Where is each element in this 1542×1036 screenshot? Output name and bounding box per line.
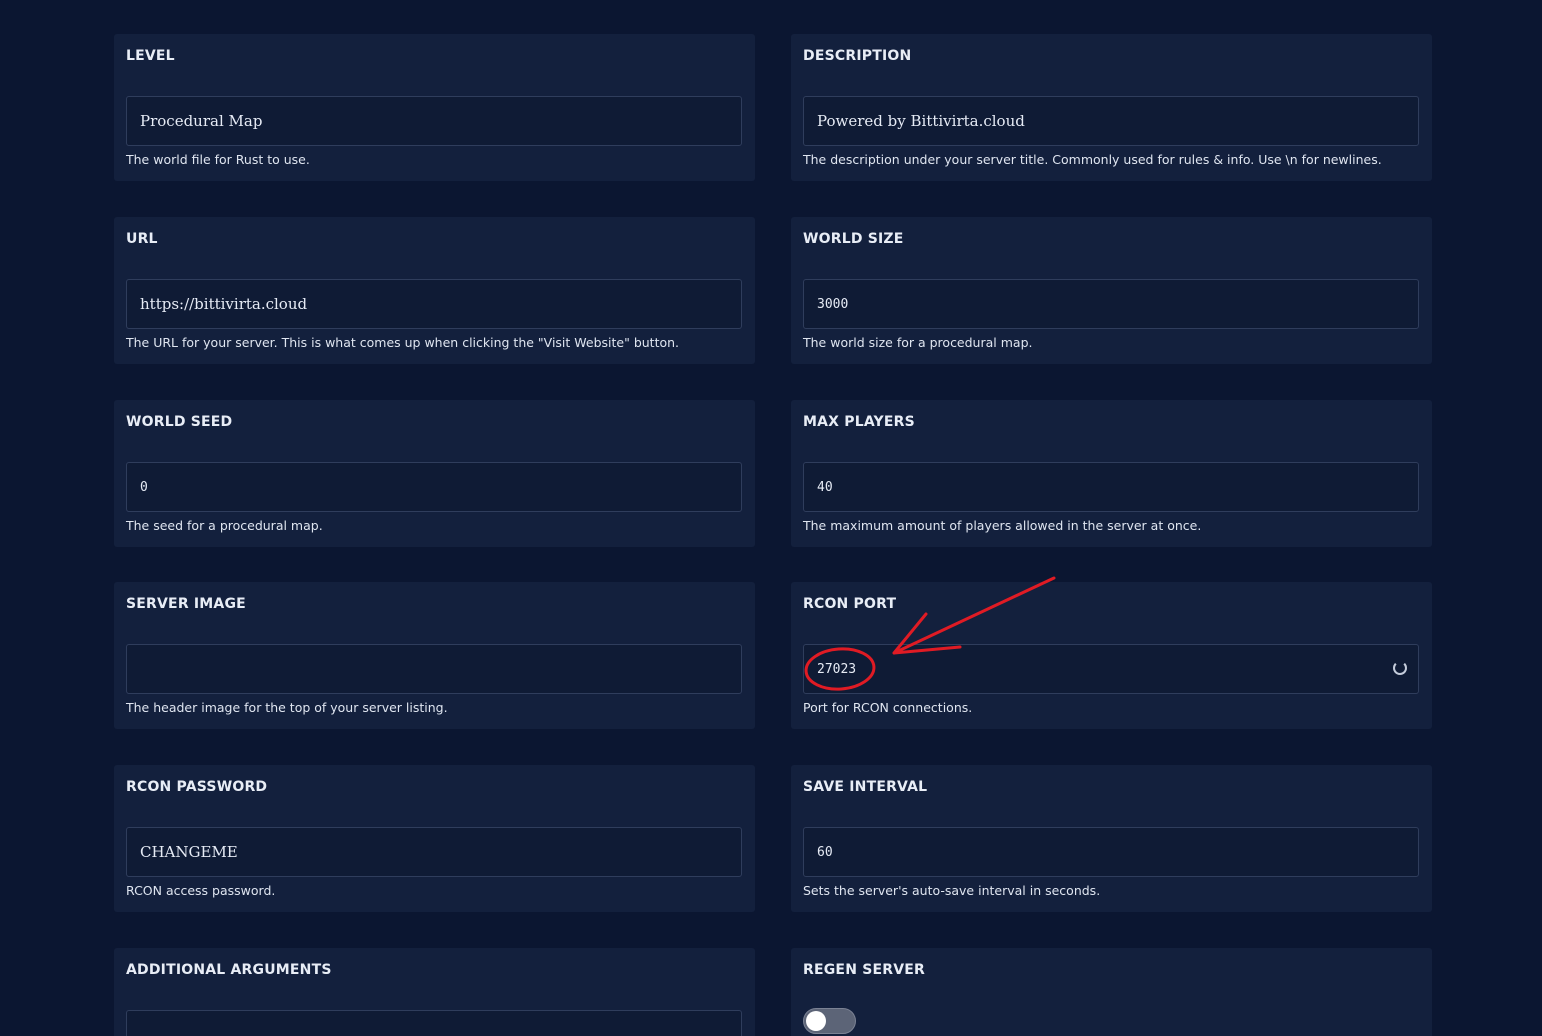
description-input[interactable] [804, 97, 1418, 145]
server-startup-settings: LEVEL The world file for Rust to use. DE… [0, 0, 1542, 1036]
setting-help-text: The world size for a procedural map. [803, 335, 1033, 350]
url-input[interactable] [127, 280, 741, 328]
setting-card-world-size: WORLD SIZE The world size for a procedur… [791, 217, 1432, 364]
setting-title: URL [126, 231, 158, 247]
loading-spinner-icon [1393, 661, 1407, 675]
setting-help-text: The description under your server title.… [803, 152, 1382, 167]
rcon-password-field[interactable] [126, 827, 742, 877]
additional-arguments-field[interactable] [126, 1010, 742, 1036]
server-image-input[interactable] [127, 645, 741, 693]
setting-card-regen-server: REGEN SERVER [791, 948, 1432, 1036]
rcon-password-input[interactable] [127, 828, 741, 876]
setting-card-level: LEVEL The world file for Rust to use. [114, 34, 755, 181]
description-field[interactable] [803, 96, 1419, 146]
setting-card-url: URL The URL for your server. This is wha… [114, 217, 755, 364]
setting-title: LEVEL [126, 48, 175, 64]
setting-card-rcon-port: RCON PORT Port for RCON connections. [791, 582, 1432, 729]
setting-title: WORLD SEED [126, 414, 233, 430]
regen-server-toggle[interactable] [803, 1008, 856, 1034]
setting-title: WORLD SIZE [803, 231, 904, 247]
toggle-knob [806, 1011, 826, 1031]
setting-title: SERVER IMAGE [126, 596, 246, 612]
setting-card-rcon-password: RCON PASSWORD RCON access password. [114, 765, 755, 912]
setting-title: MAX PLAYERS [803, 414, 915, 430]
setting-title: DESCRIPTION [803, 48, 912, 64]
max-players-field[interactable] [803, 462, 1419, 512]
setting-card-additional-arguments: ADDITIONAL ARGUMENTS [114, 948, 755, 1036]
level-field[interactable] [126, 96, 742, 146]
setting-card-max-players: MAX PLAYERS The maximum amount of player… [791, 400, 1432, 547]
setting-title: RCON PORT [803, 596, 897, 612]
rcon-port-input[interactable] [804, 645, 1418, 693]
setting-help-text: The seed for a procedural map. [126, 518, 323, 533]
setting-title: ADDITIONAL ARGUMENTS [126, 962, 332, 978]
additional-arguments-input[interactable] [127, 1011, 741, 1036]
setting-help-text: Port for RCON connections. [803, 700, 973, 715]
world-size-field[interactable] [803, 279, 1419, 329]
level-input[interactable] [127, 97, 741, 145]
max-players-input[interactable] [804, 463, 1418, 511]
save-interval-field[interactable] [803, 827, 1419, 877]
setting-help-text: The world file for Rust to use. [126, 152, 310, 167]
setting-help-text: RCON access password. [126, 883, 276, 898]
setting-help-text: Sets the server's auto-save interval in … [803, 883, 1101, 898]
setting-card-description: DESCRIPTION The description under your s… [791, 34, 1432, 181]
setting-title: SAVE INTERVAL [803, 779, 928, 795]
setting-help-text: The URL for your server. This is what co… [126, 335, 680, 350]
setting-card-save-interval: SAVE INTERVAL Sets the server's auto-sav… [791, 765, 1432, 912]
setting-card-server-image: SERVER IMAGE The header image for the to… [114, 582, 755, 729]
setting-title: RCON PASSWORD [126, 779, 268, 795]
url-field[interactable] [126, 279, 742, 329]
rcon-port-field[interactable] [803, 644, 1419, 694]
world-seed-input[interactable] [127, 463, 741, 511]
setting-card-world-seed: WORLD SEED The seed for a procedural map… [114, 400, 755, 547]
setting-title: REGEN SERVER [803, 962, 925, 978]
world-size-input[interactable] [804, 280, 1418, 328]
save-interval-input[interactable] [804, 828, 1418, 876]
server-image-field[interactable] [126, 644, 742, 694]
setting-help-text: The header image for the top of your ser… [126, 700, 448, 715]
world-seed-field[interactable] [126, 462, 742, 512]
setting-help-text: The maximum amount of players allowed in… [803, 518, 1202, 533]
